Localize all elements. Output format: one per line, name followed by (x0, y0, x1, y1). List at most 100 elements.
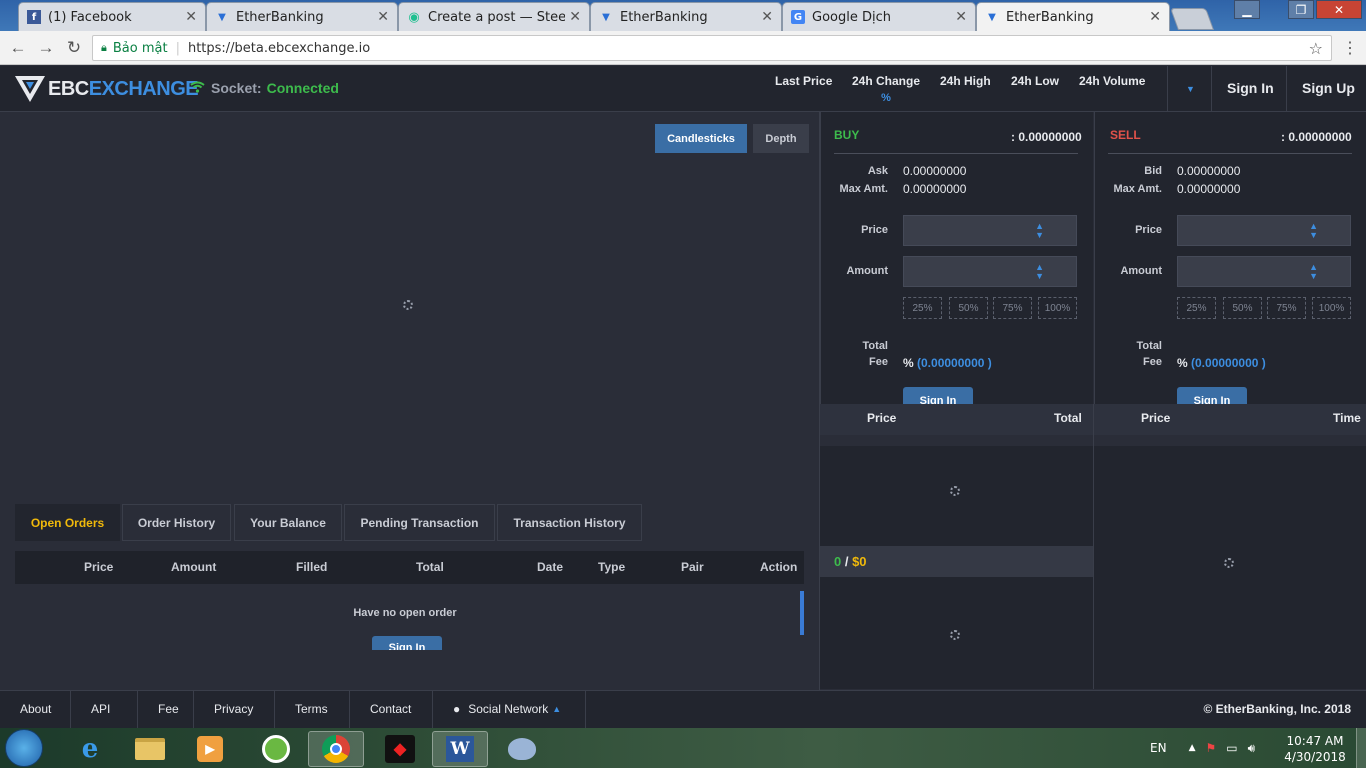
ask-value: 0.00000000 (903, 164, 967, 178)
orders-scrollbar[interactable] (800, 591, 804, 635)
footer-link-terms[interactable]: Terms (275, 690, 350, 728)
steemit-icon: ◉ (408, 9, 420, 25)
buy-pct-75-button[interactable]: 75% (993, 297, 1032, 319)
footer-link-privacy[interactable]: Privacy (194, 690, 275, 728)
ebc-logo-icon (15, 76, 45, 102)
show-hidden-icons-icon[interactable]: ▲ (1189, 743, 1196, 753)
buy-price-label: Price (861, 224, 888, 236)
tab-title: Google Dịch (812, 9, 891, 25)
sign-up-button[interactable]: Sign Up (1302, 80, 1355, 96)
paint-icon[interactable] (494, 731, 550, 767)
buy-price-input[interactable]: ▲ ▼ (903, 215, 1077, 246)
site-logo[interactable]: EBC EXCHANGE (14, 72, 199, 106)
close-icon[interactable]: ✕ (185, 9, 197, 25)
buy-fee-label: Fee (869, 356, 888, 368)
stepper-icon[interactable]: ▲ ▼ (1035, 222, 1044, 240)
stepper-icon[interactable]: ▲ ▼ (1035, 263, 1044, 281)
taskbar-clock[interactable]: 10:47 AM 4/30/2018 (1282, 733, 1348, 765)
browser-tab[interactable]: ▼ EtherBanking ✕ (206, 2, 398, 31)
browser-menu-icon[interactable]: ⋮ (1342, 38, 1358, 58)
footer-link-fee[interactable]: Fee (138, 690, 194, 728)
word-icon[interactable]: W (432, 731, 488, 767)
buy-pct-50-button[interactable]: 50% (949, 297, 988, 319)
sell-amount-label: Amount (1120, 265, 1162, 277)
url-input[interactable]: 🔒︎ Bảo mật | https://beta.ebcexchange.io… (92, 35, 1332, 61)
stepper-icon[interactable]: ▲ ▼ (1309, 222, 1318, 240)
close-icon[interactable]: ✕ (1149, 9, 1161, 25)
browser-tab[interactable]: f (1) Facebook ✕ (18, 2, 206, 31)
stepper-icon[interactable]: ▲ ▼ (1309, 263, 1318, 281)
show-desktop-button[interactable] (1356, 728, 1366, 768)
sell-total-label: Total (1136, 340, 1162, 352)
sell-pct-50-button[interactable]: 50% (1223, 297, 1262, 319)
action-center-icon[interactable]: ⚑ (1205, 741, 1216, 755)
tab-pending-transaction[interactable]: Pending Transaction (344, 504, 495, 541)
footer-link-contact[interactable]: Contact (350, 690, 433, 728)
coccoc-icon[interactable] (248, 731, 304, 767)
buy-balance: : 0.00000000 (1011, 130, 1082, 144)
browser-tab[interactable]: G Google Dịch ✕ (782, 2, 976, 31)
buy-amount-input[interactable]: ▲ ▼ (903, 256, 1077, 287)
divider (1108, 153, 1352, 154)
divider (834, 153, 1078, 154)
socket-label: Socket: (211, 80, 262, 96)
close-icon[interactable]: ✕ (761, 9, 773, 25)
buy-pct-100-button[interactable]: 100% (1038, 297, 1077, 319)
media-player-icon[interactable]: ▶ (182, 731, 238, 767)
tab-transaction-history[interactable]: Transaction History (497, 504, 642, 541)
bid-value: 0.00000000 (1177, 164, 1241, 178)
windows-start-icon[interactable] (5, 729, 43, 767)
stat-24h-low: 24h Low (1011, 74, 1060, 88)
close-window-icon[interactable]: ✕ (1316, 0, 1362, 19)
sell-sign-in-button[interactable]: Sign In (1177, 387, 1247, 404)
depth-button[interactable]: Depth (753, 124, 809, 153)
close-icon[interactable]: ✕ (569, 9, 581, 25)
trades-time-header: Time (1333, 411, 1361, 425)
close-icon[interactable]: ✕ (377, 9, 389, 25)
loading-spinner-icon (1224, 558, 1234, 568)
internet-explorer-icon[interactable]: e (62, 731, 118, 767)
sign-in-button[interactable]: Sign In (1227, 80, 1274, 96)
buy-pct-25-button[interactable]: 25% (903, 297, 942, 319)
bookmark-star-icon[interactable]: ☆ (1309, 39, 1323, 58)
tab-order-history[interactable]: Order History (122, 504, 231, 541)
browser-tab[interactable]: ◉ Create a post — Steemit ✕ (398, 2, 590, 31)
sell-price-input[interactable]: ▲ ▼ (1177, 215, 1351, 246)
sell-pct-100-button[interactable]: 100% (1312, 297, 1351, 319)
sell-amount-input[interactable]: ▲ ▼ (1177, 256, 1351, 287)
market-dropdown-icon[interactable]: ▼ (1186, 84, 1195, 94)
tab-open-orders[interactable]: Open Orders (15, 504, 120, 541)
new-tab-button[interactable] (1169, 8, 1215, 30)
footer-social-network-dropdown[interactable]: ● Social Network ▲ (433, 690, 586, 728)
candlesticks-button[interactable]: Candlesticks (655, 124, 747, 153)
buy-sign-in-button[interactable]: Sign In (903, 387, 973, 404)
garena-icon[interactable]: ◆ (372, 731, 428, 767)
tab-your-balance[interactable]: Your Balance (234, 504, 342, 541)
trades-price-header: Price (1141, 411, 1171, 425)
file-explorer-icon[interactable] (122, 731, 178, 767)
socket-connected-text: Connected (266, 80, 339, 96)
volume-icon[interactable]: 🔊︎ (1248, 741, 1256, 756)
language-indicator[interactable]: EN (1150, 741, 1167, 755)
url-text: https://beta.ebcexchange.io (187, 40, 371, 56)
restore-icon[interactable]: ❐ (1288, 0, 1314, 19)
minimize-icon[interactable]: ▁ (1234, 0, 1260, 19)
footer-link-about[interactable]: About (0, 690, 71, 728)
back-icon[interactable]: ← (8, 38, 28, 58)
sell-pct-75-button[interactable]: 75% (1267, 297, 1306, 319)
tab-title: EtherBanking (1006, 9, 1094, 25)
reload-icon[interactable]: ↻ (64, 38, 84, 58)
sell-pct-25-button[interactable]: 25% (1177, 297, 1216, 319)
browser-tab[interactable]: ▼ EtherBanking ✕ (590, 2, 782, 31)
close-icon[interactable]: ✕ (955, 9, 967, 25)
chrome-icon[interactable] (308, 731, 364, 767)
forward-icon[interactable]: → (36, 38, 56, 58)
browser-tab-active[interactable]: ▼ EtherBanking ✕ (976, 2, 1170, 31)
footer-link-api[interactable]: API (71, 690, 138, 728)
orders-sign-in-button[interactable]: Sign In (372, 636, 442, 650)
network-icon[interactable]: ▭ (1226, 741, 1237, 755)
buy-amount-label: Amount (846, 265, 888, 277)
column-filled: Filled (296, 560, 328, 574)
sell-balance: : 0.00000000 (1281, 130, 1352, 144)
sell-title: SELL (1110, 128, 1141, 142)
